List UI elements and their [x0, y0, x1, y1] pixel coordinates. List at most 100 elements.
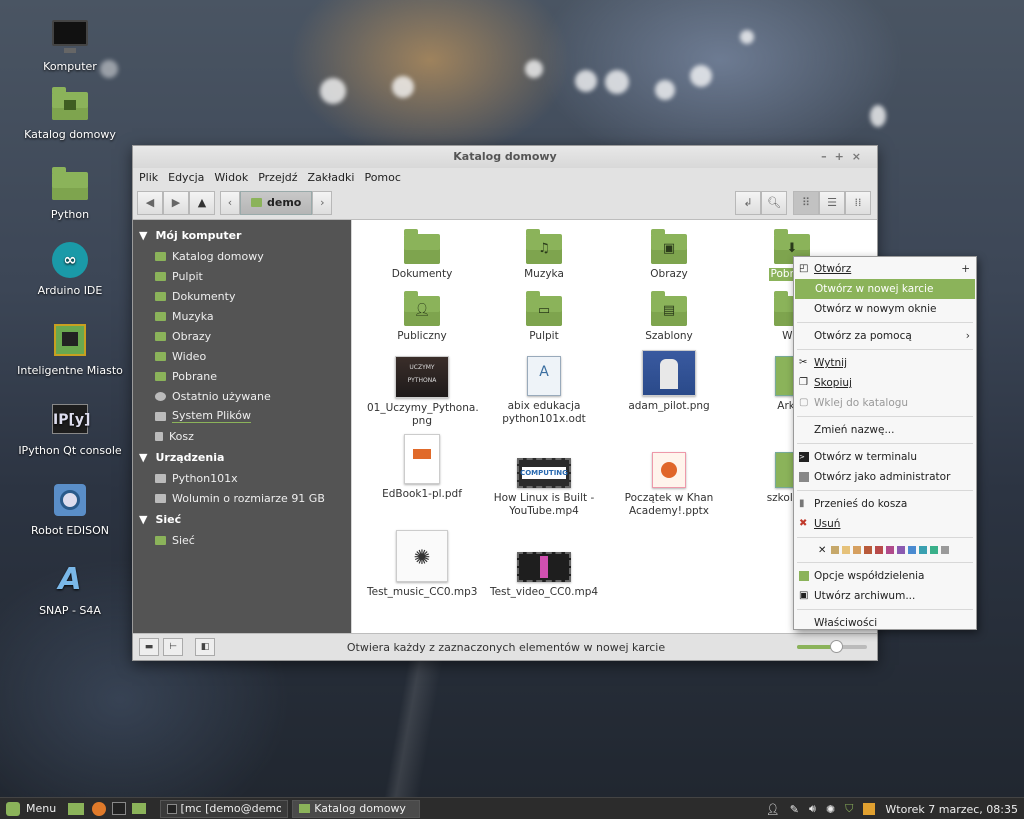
user-icon[interactable]: 👤︎ [766, 803, 780, 816]
desktop-icon-ipython[interactable]: IP[y] IPython Qt console [10, 402, 130, 457]
sidebar-item-wolumin[interactable]: Wolumin o rozmiarze 91 GB [133, 488, 351, 508]
show-places-button[interactable]: ▬ [139, 638, 159, 656]
back-button[interactable]: ◀ [137, 190, 163, 215]
icon-view-button[interactable]: ⠿ [793, 190, 819, 215]
maximize-button[interactable]: + [835, 150, 852, 163]
up-button[interactable]: ▲ [189, 190, 215, 215]
desktop-icon-inteligentne-miasto[interactable]: Inteligentne Miasto [10, 322, 130, 377]
volume-icon[interactable]: 🔊︎ [809, 802, 816, 816]
menu-edycja[interactable]: Edycja [168, 171, 204, 184]
file-item-adam-pilot[interactable]: adam_pilot.png [614, 350, 724, 413]
menu-item-opcje-wspoldzielenia[interactable]: Opcje współdzielenia [794, 566, 976, 586]
sidebar-item-katalog-domowy[interactable]: Katalog domowy [133, 246, 351, 266]
file-item-obrazy[interactable]: ▣ Obrazy [614, 229, 724, 281]
forward-button[interactable]: ▶ [163, 190, 189, 215]
desktop-icon-komputer[interactable]: Komputer [10, 18, 130, 73]
clear-color-icon[interactable]: ✕ [818, 545, 826, 556]
sidebar-item-pulpit[interactable]: Pulpit [133, 266, 351, 286]
taskbar-window-katalog-domowy[interactable]: Katalog domowy [292, 799, 421, 818]
desktop-icon-snap[interactable]: A SNAP - S4A [10, 562, 130, 618]
file-item-edbook[interactable]: EdBook1-pl.pdf [367, 434, 477, 501]
file-item-muzyka[interactable]: ♫ Muzyka [489, 229, 599, 281]
menu-item-otworz[interactable]: ◰ Otwórz + [794, 259, 976, 279]
shield-icon[interactable]: ⛉ [845, 802, 853, 816]
clock[interactable]: Wtorek 7 marzec, 08:35 [885, 803, 1018, 816]
menu-item-otworz-nowe-okno[interactable]: Otwórz w nowym oknie [794, 299, 976, 319]
menu-zakladki[interactable]: Zakładki [308, 171, 355, 184]
menu-item-skopiuj[interactable]: ❐ Skopiuj [794, 373, 976, 393]
menu-item-przenies-do-kosza[interactable]: ▮ Przenieś do kosza [794, 494, 976, 514]
color-swatch[interactable] [919, 546, 928, 554]
start-menu-button[interactable]: Menu [0, 801, 62, 816]
sidebar-section-devices[interactable]: ▼ Urządzenia [133, 446, 351, 468]
menu-item-usun[interactable]: ✖ Usuń [794, 514, 976, 534]
color-swatch[interactable] [908, 546, 917, 554]
toggle-location-button[interactable]: ↲ [735, 190, 761, 215]
window-titlebar[interactable]: Katalog domowy –+× [133, 146, 877, 168]
menu-item-zmien-nazwe[interactable]: Zmień nazwę... [794, 420, 976, 440]
menu-item-administrator[interactable]: Otwórz jako administrator [794, 467, 976, 487]
menu-item-wytnij[interactable]: ✂ Wytnij [794, 353, 976, 373]
close-button[interactable]: × [852, 150, 869, 163]
sidebar-item-siec[interactable]: Sieć [133, 530, 351, 550]
menu-pomoc[interactable]: Pomoc [364, 171, 400, 184]
sidebar-item-dokumenty[interactable]: Dokumenty [133, 286, 351, 306]
files-icon[interactable] [132, 803, 147, 814]
menu-item-wklej[interactable]: ▢ Wklej do katalogu [794, 393, 976, 413]
color-swatch[interactable] [930, 546, 939, 554]
desktop-icon-katalog-domowy[interactable]: Katalog domowy [10, 86, 130, 141]
color-swatch[interactable] [875, 546, 884, 554]
file-item-abix[interactable]: A abix edukacja python101x.odt [489, 356, 599, 426]
color-swatch[interactable] [886, 546, 895, 554]
minimize-button[interactable]: – [821, 150, 835, 163]
tools-icon[interactable]: ✎ [790, 803, 799, 816]
file-item-uczymy-pythona[interactable]: UCZYMY PYTHONA 01_Uczymy_Pythona. png [367, 356, 479, 428]
sidebar-item-muzyka[interactable]: Muzyka [133, 306, 351, 326]
file-item-test-video[interactable]: Test_video_CC0.mp4 [489, 552, 599, 599]
list-view-button[interactable]: ☰ [819, 190, 845, 215]
sidebar-item-wideo[interactable]: Wideo [133, 346, 351, 366]
sidebar-section-computer[interactable]: ▼ Mój komputer [133, 224, 351, 246]
color-swatch[interactable] [941, 546, 950, 554]
zoom-slider-handle[interactable] [829, 640, 843, 653]
update-icon[interactable] [863, 803, 876, 815]
show-tree-button[interactable]: ⊢ [163, 638, 183, 656]
desktop-icon-robot-edison[interactable]: Robot EDISON [10, 482, 130, 537]
search-button[interactable]: 🔍︎ [761, 190, 787, 215]
menu-item-terminal[interactable]: > Otwórz w terminalu [794, 447, 976, 467]
file-item-szablony[interactable]: ▤ Szablony [614, 291, 724, 343]
color-swatch[interactable] [864, 546, 873, 554]
sidebar-item-ostatnio-uzywane[interactable]: Ostatnio używane [133, 386, 351, 406]
file-item-dokumenty[interactable]: Dokumenty [367, 229, 477, 281]
color-swatch[interactable] [897, 546, 906, 554]
sidebar-item-kosz[interactable]: Kosz [133, 426, 351, 446]
color-swatch[interactable] [853, 546, 862, 554]
file-item-how-linux[interactable]: COMPUTING How Linux is Built - YouTube.m… [489, 458, 599, 518]
color-swatch[interactable] [842, 546, 851, 554]
zoom-slider[interactable] [797, 640, 867, 653]
menu-przejdz[interactable]: Przejdź [258, 171, 297, 184]
path-back-button[interactable]: ‹ [220, 190, 240, 215]
sidebar-item-obrazy[interactable]: Obrazy [133, 326, 351, 346]
color-swatch[interactable] [831, 546, 840, 554]
desktop-icon-python[interactable]: Python [10, 166, 130, 221]
path-button-demo[interactable]: demo [240, 190, 313, 215]
file-item-pulpit[interactable]: ▭ Pulpit [489, 291, 599, 343]
file-item-test-music[interactable]: ✺ Test_music_CC0.mp3 [367, 530, 477, 599]
menu-item-wlasciwosci[interactable]: Właściwości [794, 613, 976, 633]
brightness-icon[interactable]: ✺ [826, 803, 835, 816]
path-forward-button[interactable]: › [312, 190, 333, 215]
taskbar-window-terminal[interactable]: [mc [demo@demo-k... [160, 799, 289, 818]
menu-item-utworz-archiwum[interactable]: ▣ Utwórz archiwum... [794, 586, 976, 606]
file-item-poczatek-khan[interactable]: Początek w Khan Academy!.pptx [614, 452, 724, 518]
terminal-icon[interactable] [112, 802, 127, 815]
show-desktop-icon[interactable] [68, 802, 85, 815]
menu-item-otworz-nowa-karta[interactable]: Otwórz w nowej karcie [795, 279, 975, 299]
sidebar-item-system-plikow[interactable]: System Plików [133, 406, 351, 426]
menu-widok[interactable]: Widok [214, 171, 248, 184]
hide-sidebar-button[interactable]: ◧ [195, 638, 215, 656]
sidebar-item-python101x[interactable]: Python101x [133, 468, 351, 488]
menu-plik[interactable]: Plik [139, 171, 158, 184]
firefox-icon[interactable] [92, 801, 107, 816]
sidebar-section-network[interactable]: ▼ Sieć [133, 508, 351, 530]
